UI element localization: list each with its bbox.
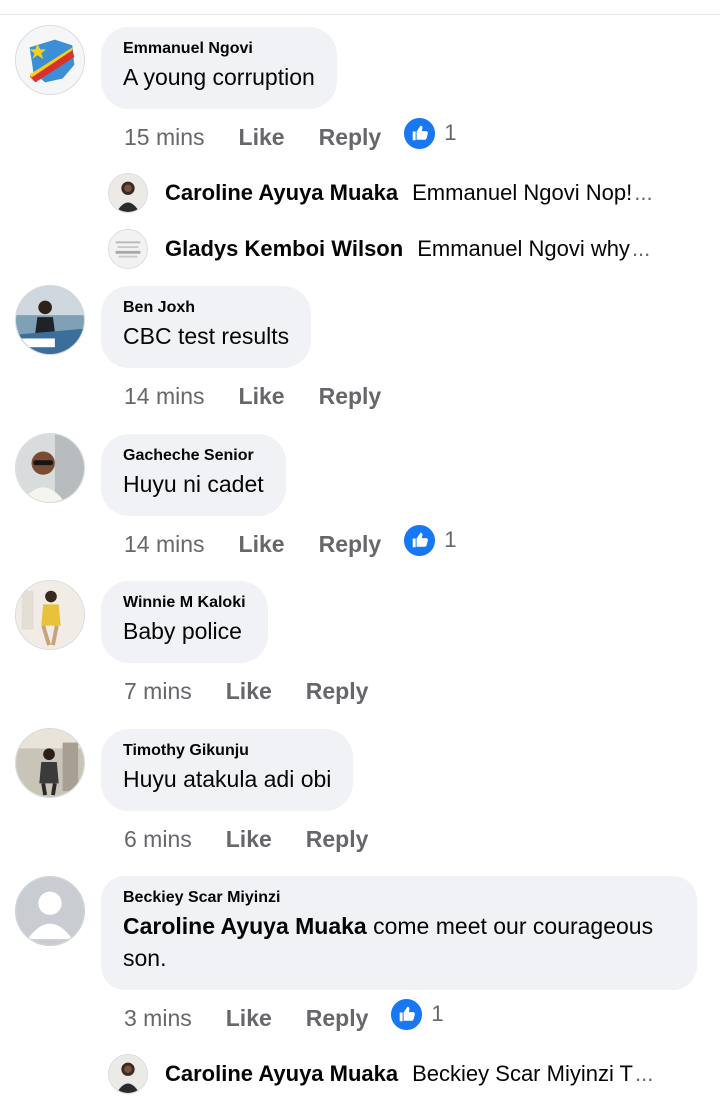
comment-time[interactable]: 15 mins xyxy=(124,124,205,151)
comment-bubble: Timothy Gikunju Huyu atakula adi obi xyxy=(101,729,354,811)
avatar[interactable] xyxy=(15,285,85,355)
comment-author[interactable]: Winnie M Kaloki xyxy=(123,593,246,613)
comment-time[interactable]: 14 mins xyxy=(124,383,205,410)
comment-text: Huyu ni cadet xyxy=(123,471,264,497)
comment-bubble: Gacheche Senior Huyu ni cadet xyxy=(101,434,286,516)
reaction-summary[interactable]: 1 xyxy=(403,117,456,150)
reply-preview[interactable]: Caroline Ayuya Muaka Beckiey Scar Miyinz… xyxy=(108,1054,708,1094)
comment-author[interactable]: Beckiey Scar Miyinzi xyxy=(123,888,675,908)
reaction-summary[interactable]: 1 xyxy=(390,998,444,1031)
comment-author[interactable]: Gacheche Senior xyxy=(123,446,264,466)
like-button[interactable]: Like xyxy=(239,124,285,151)
mention-link[interactable]: Caroline Ayuya Muaka xyxy=(123,913,367,939)
comment-text: Baby police xyxy=(123,618,242,644)
reply-text: Beckiey Scar Miyinzi T xyxy=(412,1061,633,1086)
comment-author[interactable]: Ben Joxh xyxy=(123,298,289,318)
reaction-count: 1 xyxy=(444,527,457,552)
reply-button[interactable]: Reply xyxy=(306,1005,369,1032)
comment-bubble: Winnie M Kaloki Baby police xyxy=(101,581,268,663)
reply-button[interactable]: Reply xyxy=(319,383,382,410)
avatar[interactable] xyxy=(15,728,85,798)
comment-actions: 6 mins Like Reply xyxy=(124,824,368,854)
reaction-summary[interactable]: 1 xyxy=(403,524,456,557)
reaction-count: 1 xyxy=(444,120,457,145)
comment-actions: 7 mins Like Reply xyxy=(124,676,368,706)
comment-time[interactable]: 7 mins xyxy=(124,678,192,705)
like-button[interactable]: Like xyxy=(239,383,285,410)
comment-time[interactable]: 6 mins xyxy=(124,826,192,853)
like-button[interactable]: Like xyxy=(239,531,285,558)
comment-text: Caroline Ayuya Muaka come meet our coura… xyxy=(123,910,675,974)
avatar[interactable] xyxy=(108,1054,148,1094)
comment-actions: 15 mins Like Reply 1 xyxy=(124,117,456,152)
avatar[interactable] xyxy=(15,433,85,503)
comment-text: Huyu atakula adi obi xyxy=(123,766,332,792)
reply-preview[interactable]: Caroline Ayuya Muaka Emmanuel Ngovi Nop!… xyxy=(108,173,708,213)
like-button[interactable]: Like xyxy=(226,826,272,853)
reply-text: Emmanuel Ngovi Nop! xyxy=(412,180,633,205)
top-divider xyxy=(0,14,720,15)
reply-author[interactable]: Caroline Ayuya Muaka xyxy=(165,1061,398,1087)
thumbs-up-icon xyxy=(404,117,436,149)
reply-ellipsis: ... xyxy=(631,236,651,261)
comment-bubble: Ben Joxh CBC test results xyxy=(101,286,312,368)
reply-button[interactable]: Reply xyxy=(306,826,369,853)
comment-text: CBC test results xyxy=(123,323,290,349)
avatar[interactable] xyxy=(15,25,85,95)
thumbs-up-icon xyxy=(404,524,436,556)
reply-preview[interactable]: Gladys Kemboi Wilson Emmanuel Ngovi why.… xyxy=(108,229,708,269)
comment-actions: 3 mins Like Reply 1 xyxy=(124,998,444,1033)
reply-button[interactable]: Reply xyxy=(306,678,369,705)
comment-text: A young corruption xyxy=(123,64,315,90)
comment-author[interactable]: Emmanuel Ngovi xyxy=(123,39,315,59)
like-button[interactable]: Like xyxy=(226,1005,272,1032)
comment-bubble: Beckiey Scar Miyinzi Caroline Ayuya Muak… xyxy=(101,876,697,990)
comment-time[interactable]: 3 mins xyxy=(124,1005,192,1032)
like-button[interactable]: Like xyxy=(226,678,272,705)
thumbs-up-icon xyxy=(391,998,423,1030)
avatar[interactable] xyxy=(15,580,85,650)
reply-button[interactable]: Reply xyxy=(319,531,382,558)
comment-author[interactable]: Timothy Gikunju xyxy=(123,741,331,761)
reply-text: Emmanuel Ngovi why xyxy=(417,236,630,261)
reply-author[interactable]: Caroline Ayuya Muaka xyxy=(165,180,398,206)
reply-ellipsis: ... xyxy=(635,1061,654,1086)
avatar[interactable] xyxy=(108,173,148,213)
reply-ellipsis: ... xyxy=(634,180,653,205)
comment-bubble: Emmanuel Ngovi A young corruption xyxy=(101,27,337,109)
comment-actions: 14 mins Like Reply xyxy=(124,381,381,411)
reaction-count: 1 xyxy=(431,1001,444,1026)
avatar[interactable] xyxy=(108,229,148,269)
default-avatar-icon xyxy=(16,877,84,945)
reply-button[interactable]: Reply xyxy=(319,124,382,151)
reply-author[interactable]: Gladys Kemboi Wilson xyxy=(165,236,403,262)
comment-actions: 14 mins Like Reply 1 xyxy=(124,524,456,559)
comment-time[interactable]: 14 mins xyxy=(124,531,205,558)
avatar[interactable] xyxy=(15,876,85,946)
